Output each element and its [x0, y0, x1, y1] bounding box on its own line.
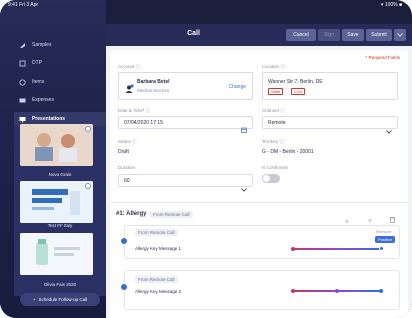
- sidebar-item-expenses[interactable]: Expenses: [18, 93, 104, 107]
- checked-icon[interactable]: [121, 284, 127, 290]
- save-button[interactable]: Save: [342, 29, 364, 41]
- call-form-area: * Required Fields Account ⓘ Barbara Bete…: [106, 46, 412, 318]
- sidebar: Samples DTP Items Expenses Presentations…: [0, 0, 106, 318]
- chevron-down-icon: [241, 179, 247, 197]
- account-name: Barbara Betel: [137, 79, 170, 85]
- allergy-section: #1: Allergy From Remote Call From Remote…: [110, 202, 408, 318]
- selected-check-icon: [85, 126, 91, 132]
- calendar-icon: [241, 120, 247, 138]
- duration-select[interactable]: 60: [118, 174, 253, 192]
- account-field[interactable]: Barbara Betel Medical Doctors Change: [118, 72, 253, 100]
- schedule-follow-up-button[interactable]: + Schedule Follow-up Call: [20, 293, 100, 306]
- checked-icon[interactable]: [121, 238, 127, 244]
- chevron-down-icon: [386, 121, 392, 139]
- allergy-title: #1: Allergy: [116, 211, 147, 217]
- presentation-thumbnail[interactable]: [20, 181, 93, 223]
- sentiment-slider-track[interactable]: [293, 248, 381, 250]
- sidebar-item-samples[interactable]: Samples: [18, 38, 104, 52]
- sidebar-item-label: Samples: [32, 42, 52, 48]
- sidebar-item-label: Presentations: [32, 116, 66, 122]
- page-title: Call: [187, 30, 200, 37]
- presentation-thumbnail[interactable]: [20, 233, 93, 275]
- datetime-field[interactable]: 07/04/2020 17:15: [118, 116, 253, 133]
- location-label: Location ⓘ: [262, 64, 285, 69]
- selected-check-icon: [85, 183, 91, 189]
- status-bar: 9:41 Fri 3 Apr ▾ 100% ■: [0, 0, 412, 24]
- key-message-text: Allergy Key Message 2: [135, 289, 182, 294]
- key-message-text: Allergy Key Message 1: [135, 246, 182, 251]
- duration-label: Duration: [118, 165, 136, 170]
- plus-icon: +: [32, 297, 36, 302]
- change-account-link[interactable]: Change: [228, 84, 246, 90]
- sign-button[interactable]: Sign: [318, 29, 340, 41]
- status-time: 9:41 Fri 3 Apr: [8, 2, 39, 8]
- toggle-knob: [263, 175, 270, 182]
- sentiment-badge: Positive: [374, 236, 395, 243]
- sidebar-item-label: Items: [32, 79, 45, 85]
- account-avatar-icon: [124, 81, 134, 99]
- location-tag: State: [268, 88, 284, 95]
- sidebar-item-dtp[interactable]: DTP: [18, 56, 104, 70]
- confirmed-toggle[interactable]: [262, 174, 280, 183]
- location-tag: CXA: [291, 88, 306, 95]
- dtp-icon: [18, 59, 26, 67]
- sidebar-item-label: DTP: [32, 60, 42, 66]
- presentation-caption: Olivia Fais 2020: [43, 282, 77, 287]
- message-source-tag: From Remote Call: [135, 276, 178, 283]
- status-value: Draft: [118, 149, 129, 155]
- account-role: Medical Doctors: [137, 88, 170, 93]
- location-value: Wanner Str 7, Berlin, DE: [268, 79, 323, 85]
- message-source-tag: From Remote Call: [135, 229, 178, 236]
- required-fields-note: * Required Fields: [365, 55, 400, 60]
- call-header: Call Cancel Sign Save Submit: [106, 24, 412, 46]
- slider-stop: [291, 247, 295, 251]
- presentation-caption: Test FF Italy: [47, 223, 73, 228]
- chevron-down-icon: [397, 33, 403, 37]
- confirmed-label: Is Confirmed: [262, 165, 288, 170]
- channel-value: Remote: [268, 120, 286, 126]
- more-options-button[interactable]: [394, 29, 406, 41]
- key-message-card: From Remote Call Remove Allergy Key Mess…: [121, 225, 400, 259]
- territory-value: G - DM - Berlin - 20001: [262, 149, 314, 155]
- channel-select[interactable]: Remote: [262, 116, 398, 134]
- duration-value: 60: [124, 178, 130, 184]
- samples-icon: [18, 41, 26, 49]
- account-label: Account ⓘ: [118, 64, 141, 69]
- sidebar-item-items[interactable]: Items: [18, 75, 104, 89]
- status-label: Status ⓘ: [118, 139, 137, 144]
- presentation-caption: Nova Grain: [48, 172, 72, 177]
- items-icon: [18, 78, 26, 86]
- ipad-screen: Samples DTP Items Expenses Presentations…: [0, 0, 412, 318]
- remove-link[interactable]: Remove: [376, 229, 391, 234]
- slider-stop: [291, 289, 295, 293]
- slider-stop: [379, 289, 383, 293]
- submit-button[interactable]: Submit: [366, 29, 392, 41]
- datetime-label: Date & Time* ⓘ: [118, 108, 151, 113]
- slider-handle[interactable]: [379, 246, 384, 251]
- channel-label: Channel ⓘ: [262, 108, 285, 113]
- presentation-thumbnail[interactable]: [20, 124, 93, 166]
- cancel-button[interactable]: Cancel: [286, 29, 316, 41]
- status-indicators: ▾ 100% ■: [380, 2, 402, 8]
- location-field[interactable]: Wanner Str 7, Berlin, DE State CXA: [262, 72, 398, 100]
- territory-label: Territory ⓘ: [262, 139, 285, 144]
- sidebar-item-label: Expenses: [32, 97, 54, 103]
- slider-stop: [335, 289, 339, 293]
- source-tag: From Remote Call: [150, 211, 193, 218]
- key-message-card: From Remote Call Allergy Key Message 2: [121, 270, 400, 310]
- expenses-icon: [18, 96, 26, 104]
- datetime-value: 07/04/2020 17:15: [124, 120, 163, 126]
- presentations-icon: [18, 115, 26, 123]
